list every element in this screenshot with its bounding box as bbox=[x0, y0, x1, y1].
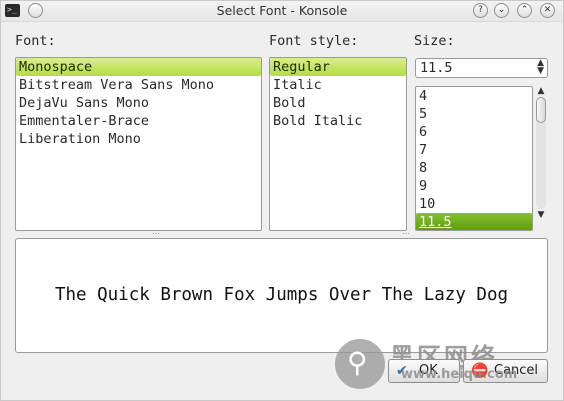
list-item[interactable]: Liberation Mono bbox=[16, 130, 261, 148]
list-item[interactable]: Italic bbox=[270, 76, 406, 94]
list-item[interactable]: Bold Italic bbox=[270, 112, 406, 130]
font-label: Font: bbox=[15, 33, 56, 49]
list-item[interactable]: 11.5 bbox=[416, 213, 532, 230]
list-item[interactable]: 6 bbox=[416, 123, 532, 141]
font-preview[interactable]: The Quick Brown Fox Jumps Over The Lazy … bbox=[15, 238, 548, 353]
size-scrollbar[interactable]: ▲ ▼ bbox=[534, 86, 548, 231]
scroll-thumb[interactable] bbox=[536, 97, 546, 123]
help-button[interactable]: ? bbox=[473, 3, 488, 18]
list-item[interactable]: Monospace bbox=[16, 58, 261, 76]
splitter-grip-icon[interactable]: ⋯ bbox=[402, 229, 411, 238]
select-font-dialog: >_ Select Font - Konsole ? ⌄ ⌃ ✕ Font: M… bbox=[0, 0, 564, 401]
mushroom-icon: ⚲ bbox=[347, 346, 368, 379]
list-item[interactable]: Emmentaler-Brace bbox=[16, 112, 261, 130]
font-style-list[interactable]: Regular Italic Bold Bold Italic bbox=[269, 57, 407, 231]
list-item[interactable]: 5 bbox=[416, 105, 532, 123]
list-item[interactable]: 9 bbox=[416, 177, 532, 195]
close-button[interactable]: ✕ bbox=[540, 3, 555, 18]
scroll-down-icon[interactable]: ▼ bbox=[534, 210, 548, 220]
size-spinbox[interactable]: 11.5 ▲ ▼ bbox=[415, 58, 548, 78]
titlebar[interactable]: >_ Select Font - Konsole ? ⌄ ⌃ ✕ bbox=[1, 1, 563, 22]
list-item[interactable]: 7 bbox=[416, 141, 532, 159]
list-item[interactable]: 10 bbox=[416, 195, 532, 213]
size-value[interactable]: 11.5 bbox=[420, 60, 453, 76]
spin-arrows-icon[interactable]: ▲ ▼ bbox=[537, 59, 544, 76]
font-list[interactable]: Monospace Bitstream Vera Sans Mono DejaVu … bbox=[15, 57, 262, 231]
minimize-button[interactable]: ⌄ bbox=[494, 3, 509, 18]
splitter-grip-icon[interactable]: ⋯ bbox=[152, 229, 161, 238]
preview-text: The Quick Brown Fox Jumps Over The Lazy … bbox=[54, 285, 509, 305]
watermark-url: www.heiqu.com bbox=[401, 367, 518, 382]
maximize-button[interactable]: ⌃ bbox=[517, 3, 532, 18]
list-item[interactable]: Regular bbox=[270, 58, 406, 76]
size-list[interactable]: 4 5 6 7 8 9 10 11.5 bbox=[415, 86, 533, 231]
list-item[interactable]: DejaVu Sans Mono bbox=[16, 94, 261, 112]
list-item[interactable]: Bitstream Vera Sans Mono bbox=[16, 76, 261, 94]
list-item[interactable]: 8 bbox=[416, 159, 532, 177]
font-style-label: Font style: bbox=[269, 33, 359, 49]
scroll-up-icon[interactable]: ▲ bbox=[534, 86, 548, 96]
list-item[interactable]: 4 bbox=[416, 87, 532, 105]
list-item[interactable]: Bold bbox=[270, 94, 406, 112]
size-label: Size: bbox=[414, 33, 455, 49]
